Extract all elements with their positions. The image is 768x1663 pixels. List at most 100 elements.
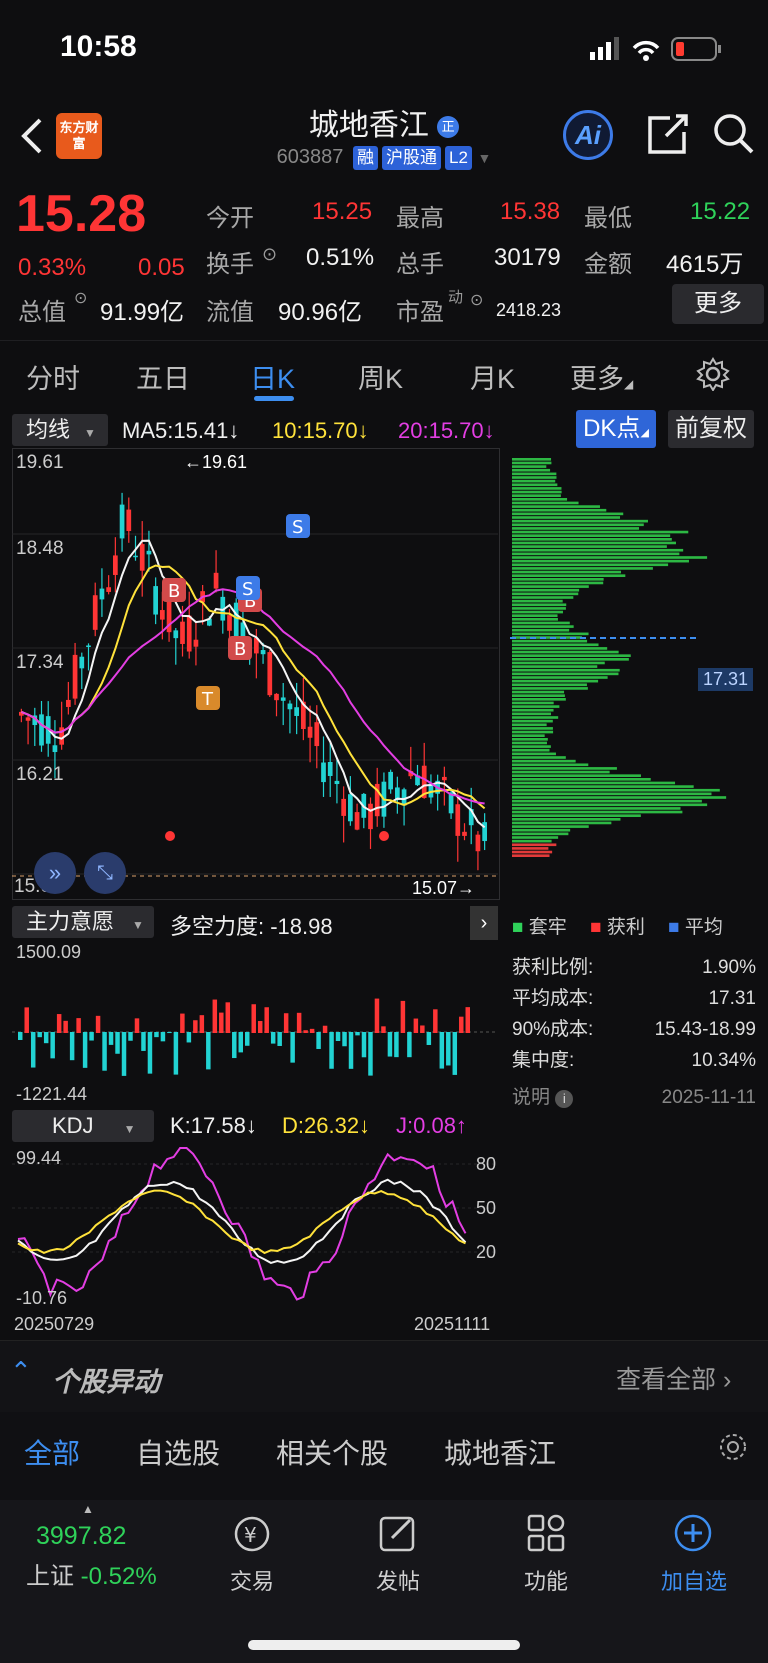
- chip-bar: [512, 476, 557, 479]
- mktcap-info-icon[interactable]: ⊙: [74, 288, 87, 308]
- amount-value: 4615万: [666, 251, 744, 278]
- chip-note[interactable]: 说明 i: [512, 1082, 574, 1113]
- kline-ylabel-1: 18.48: [16, 538, 64, 559]
- tab-monthly-k[interactable]: 月K: [470, 357, 515, 396]
- trade-icon[interactable]: ¥: [230, 1514, 274, 1554]
- nav-function[interactable]: 功能: [498, 1564, 594, 1596]
- news-tab-watchlist[interactable]: 自选股: [136, 1432, 220, 1472]
- main-force-bar: [180, 1013, 185, 1033]
- chip-bar: [512, 756, 566, 759]
- candle-body: [133, 555, 138, 558]
- chip-bar: [512, 810, 683, 814]
- pe-info-icon[interactable]: ⊙: [470, 290, 483, 310]
- candle-body: [119, 504, 125, 539]
- chip-bar: [512, 661, 605, 665]
- main-force-select[interactable]: 主力意愿 ▼: [12, 906, 154, 938]
- pe-value: 2418.23: [496, 300, 562, 320]
- chip-bar: [512, 647, 608, 650]
- post-icon[interactable]: [378, 1512, 418, 1554]
- dropdown-icon[interactable]: ▼: [477, 150, 491, 166]
- candle-body: [294, 707, 299, 716]
- adjust-button[interactable]: 前复权: [668, 410, 754, 448]
- chip-bar: [512, 767, 617, 770]
- float-value: 90.96亿: [278, 299, 363, 326]
- main-force-bar: [173, 1032, 179, 1075]
- chip-bar: [512, 643, 599, 647]
- add-watchlist-icon[interactable]: [672, 1512, 714, 1554]
- main-force-bar: [270, 1032, 276, 1044]
- news-settings-icon[interactable]: [718, 1432, 748, 1462]
- news-tab-related[interactable]: 相关个股: [276, 1432, 388, 1472]
- kdj-chart[interactable]: [12, 1144, 500, 1310]
- info-icon[interactable]: ⊙: [262, 244, 277, 265]
- tab-weekly-k[interactable]: 周K: [358, 357, 403, 396]
- dk-point-button[interactable]: DK点◢: [576, 410, 656, 448]
- main-force-bar: [290, 1032, 295, 1063]
- chip-legend: ■ 套牢 ■ 获利 ■ 平均: [512, 917, 723, 938]
- ai-button[interactable]: Ai: [563, 110, 613, 160]
- collapse-icon[interactable]: ⌃: [10, 1356, 32, 1387]
- candle-body: [66, 699, 71, 707]
- tag-connect: 沪股通: [381, 146, 441, 170]
- chip-bar: [512, 628, 570, 632]
- chip-bar: [512, 625, 574, 628]
- chip-bar: [512, 828, 571, 832]
- kdj-select[interactable]: KDJ ▼: [12, 1110, 154, 1142]
- open-label: 今开: [206, 205, 254, 232]
- chip-bar: [512, 592, 579, 596]
- candle-body: [388, 771, 393, 790]
- chip-bar: [512, 527, 640, 530]
- more-button[interactable]: 更多: [672, 284, 764, 324]
- expand-icon[interactable]: »: [34, 852, 76, 894]
- main-force-max: 1500.09: [16, 942, 82, 962]
- index-value[interactable]: 3997.82: [36, 1522, 126, 1551]
- main-force-bar: [128, 1032, 133, 1041]
- main-force-bar: [212, 999, 218, 1033]
- chip-bar: [512, 596, 574, 599]
- stock-name: 城地香江: [308, 109, 429, 142]
- tab-daily-k[interactable]: 日K: [250, 357, 295, 396]
- candle-body: [475, 834, 481, 852]
- fullscreen-icon[interactable]: ⤡: [84, 852, 126, 894]
- nav-post[interactable]: 发帖: [350, 1564, 446, 1596]
- chip-bar: [512, 694, 565, 697]
- stock-code: 603887: [276, 146, 344, 168]
- share-icon[interactable]: [646, 112, 690, 156]
- next-indicator-icon[interactable]: ›: [470, 906, 498, 940]
- news-tab-all[interactable]: 全部: [24, 1432, 80, 1472]
- tab-more[interactable]: 更多◢: [570, 357, 633, 396]
- nav-add-watchlist[interactable]: 加自选: [644, 1564, 744, 1596]
- volume-value: 30179: [494, 244, 561, 271]
- candle-body: [79, 656, 85, 669]
- chip-bar: [512, 458, 552, 461]
- chip-bar: [512, 668, 620, 672]
- main-force-value: 多空力度: -18.98: [170, 914, 333, 939]
- chip-bar: [512, 665, 598, 668]
- chip-bar: [512, 632, 589, 636]
- view-all-link[interactable]: 查看全部 ›: [616, 1360, 731, 1396]
- index-info[interactable]: 上证 -0.52%: [26, 1556, 157, 1591]
- main-force-bar: [102, 1032, 107, 1071]
- chip-bar: [512, 505, 600, 508]
- main-force-bar: [141, 1032, 146, 1051]
- settings-gear-icon[interactable]: [696, 357, 730, 391]
- news-tab-stock[interactable]: 城地香江: [444, 1432, 556, 1472]
- search-icon[interactable]: [712, 112, 756, 156]
- main-force-min: -1221.44: [16, 1084, 88, 1104]
- chip-bar: [512, 472, 557, 476]
- tab-five-day[interactable]: 五日: [136, 357, 190, 396]
- tab-intraday[interactable]: 分时: [26, 357, 80, 396]
- main-force-bar: [452, 1032, 458, 1075]
- candle-body: [213, 572, 219, 589]
- chip-bar: [512, 785, 694, 788]
- chip-bar: [512, 654, 631, 657]
- ma-indicator-select[interactable]: 均线 ▼: [12, 414, 108, 446]
- function-icon[interactable]: [526, 1512, 566, 1554]
- candle-body: [25, 717, 31, 721]
- signal-label: T: [201, 689, 214, 710]
- nav-trade[interactable]: 交易: [204, 1564, 300, 1596]
- main-force-bar: [348, 1032, 354, 1069]
- chip-bar: [512, 501, 579, 505]
- chip-bar: [512, 599, 563, 603]
- chip-bar: [512, 807, 681, 810]
